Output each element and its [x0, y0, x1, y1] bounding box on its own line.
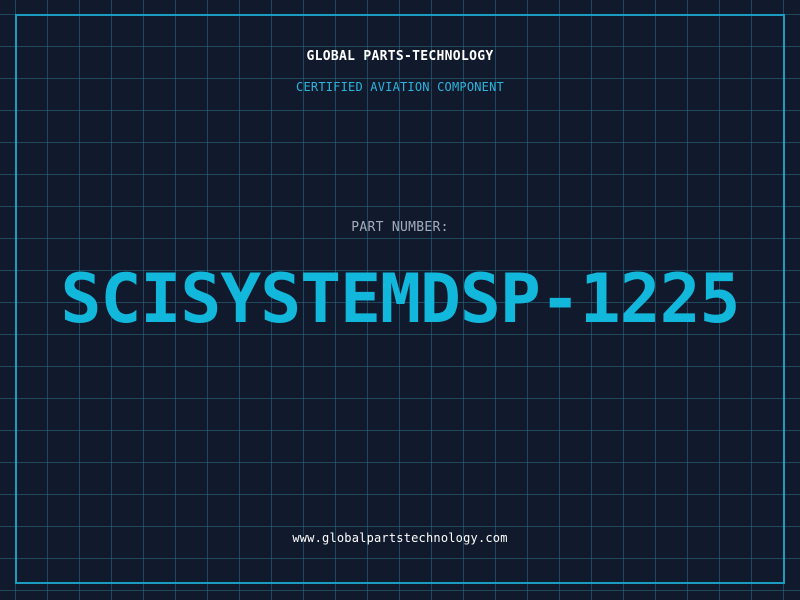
company-name: GLOBAL PARTS-TECHNOLOGY — [306, 49, 494, 64]
part-number-value: SCISYSTEMDSP-1225 — [60, 260, 741, 339]
certification-tagline: CERTIFIED AVIATION COMPONENT — [296, 80, 504, 94]
label-canvas: { "header": { "company": "GLOBAL PARTS-T… — [0, 0, 800, 600]
website-url: www.globalpartstechnology.com — [292, 531, 508, 545]
part-number-label: PART NUMBER: — [351, 220, 449, 235]
